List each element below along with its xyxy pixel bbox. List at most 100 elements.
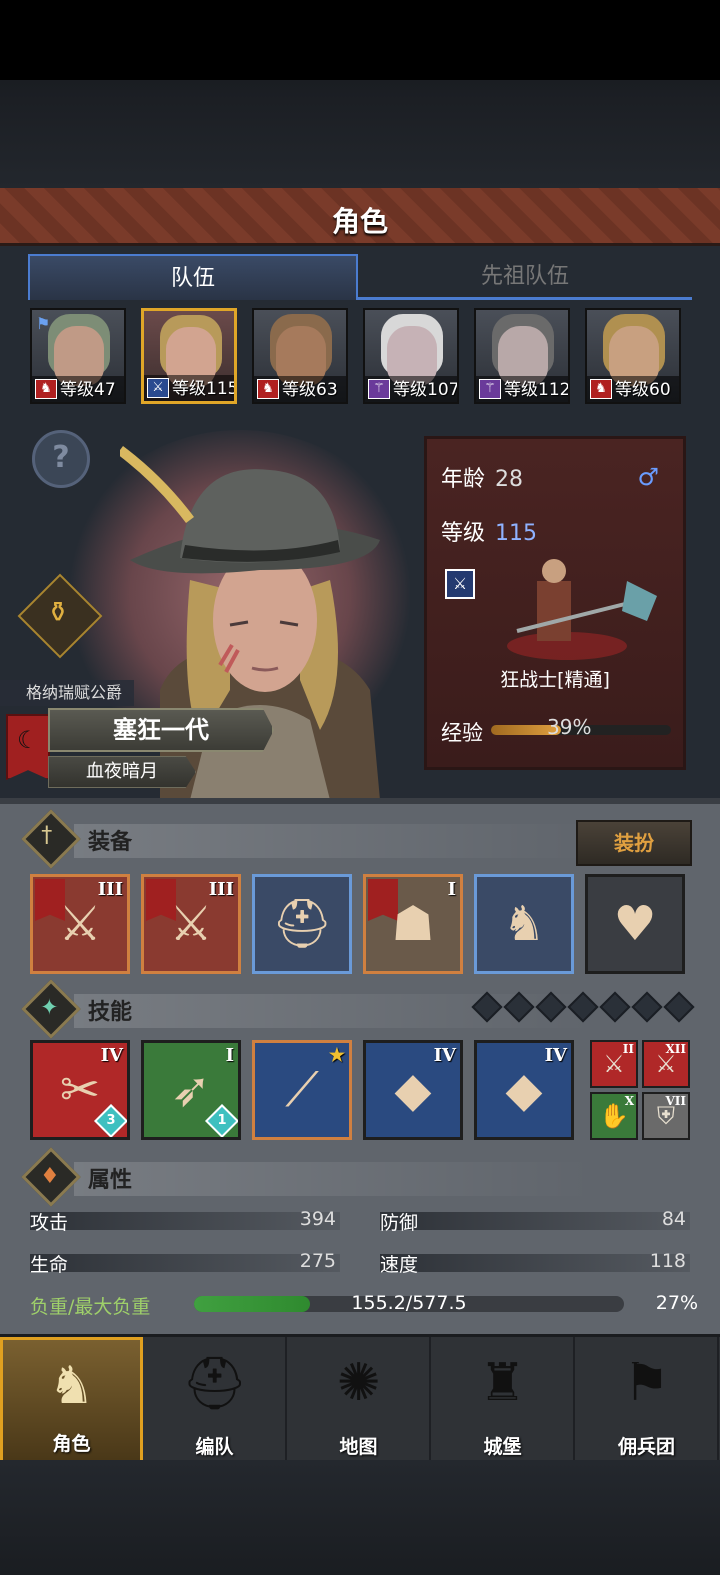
skill-level-value: 3 [106,1113,116,1128]
rank-numeral: VII [665,1094,686,1108]
load-label: 负重/最大负重 [30,1296,151,1318]
boots-icon: ♞ [502,896,546,952]
hero-card[interactable]: ⚑ ♞ 等级47 [30,308,126,404]
xp-label: 经验 [441,721,483,745]
staff-icon: ⚚ [479,379,501,399]
house-label: 格纳瑞赋公爵 [0,680,135,706]
rank-numeral: III [97,879,123,900]
hero-card[interactable]: ⚚ 等级107 [363,308,459,404]
skill-level-value: 1 [217,1113,227,1128]
rank-numeral: III [208,879,234,900]
passive-skill-slot[interactable]: ⚔ II [590,1040,638,1088]
character-epithet: 血夜暗月 [86,761,158,782]
skill-slot[interactable]: ◆ IV [474,1040,574,1140]
hp-label: 生命 [30,1254,69,1276]
hero-level: 等级60 [615,380,671,400]
bottom-nav: ♞ 角色 ⛑ 编队 ✺ 地图 ♜ 城堡 ⚑ 佣兵团 [0,1334,720,1463]
male-icon: ♂ [637,463,659,491]
character-name-plate[interactable]: 塞狂一代 [48,708,274,752]
equipment-slot-boots[interactable]: ♞ [474,874,574,974]
rank-numeral: I [447,879,456,900]
screen-title: 角色 [331,205,388,238]
equipment-slot-weapon-axe[interactable]: ⚔ III [30,874,130,974]
nav-label: 城堡 [483,1436,522,1458]
rank-numeral: XII [665,1042,686,1056]
dress-up-button[interactable]: 装扮 [576,820,692,866]
helmet-icon: ⛑ [271,896,333,952]
load-value: 155.2/577.5 [351,1292,467,1314]
rank-numeral: IV [433,1045,456,1066]
nav-item-2[interactable]: ✺ 地图 [288,1337,431,1463]
nav-item-1[interactable]: ⛑ 编队 [144,1337,287,1463]
attack-label: 攻击 [30,1212,69,1234]
hero-card[interactable]: ⚔ 等级115 [141,308,237,404]
defense-value: 84 [661,1208,686,1230]
attributes-header: ♦ 属性 [21,1147,690,1207]
load-percent: 27% [655,1292,698,1314]
equipment-title: 装备 [88,830,133,855]
nav-label: 编队 [195,1436,234,1458]
equipment-slot-amulet[interactable]: ♥ [585,874,685,974]
xp-percent: 39% [547,715,592,739]
speed-value: 118 [649,1250,686,1272]
passive-skill-slot[interactable]: ✋ X [590,1092,638,1140]
rank-numeral: I [225,1045,234,1066]
hero-card[interactable]: ⚚ 等级112 [474,308,570,404]
speed-label: 速度 [380,1254,419,1276]
tab-party[interactable]: 队伍 [28,254,358,300]
status-bar [0,0,720,80]
knight-icon: ♞ [48,1356,95,1416]
hero-level: 等级47 [60,380,116,400]
nav-item-3[interactable]: ♜ 城堡 [432,1337,575,1463]
passive-skill-slot[interactable]: ⚔ XII [642,1040,690,1088]
rank-numeral: II [622,1042,634,1056]
question-icon: ? [52,440,70,475]
hero-level: 等级115 [172,379,237,399]
nav-item-4[interactable]: ⚑ 佣兵团 [576,1337,719,1463]
nav-item-0[interactable]: ♞ 角色 [0,1337,143,1463]
age-row: 年龄 28 [441,461,523,493]
character-name: 塞狂一代 [113,716,209,744]
rank-numeral: X [624,1094,634,1108]
staff-icon: ⚚ [368,379,390,399]
flame-icon: ♦ [21,1147,81,1207]
attributes-title: 属性 [88,1168,133,1193]
age-value: 28 [495,467,524,492]
helmet-icon: ⛑ [181,1354,248,1414]
star-icon: ✦ [21,979,81,1039]
flag-icon: ⚑ [36,314,51,333]
skill-slot[interactable]: ◆ IV [363,1040,463,1140]
skill-slot[interactable]: ⟋ ★ [252,1040,352,1140]
equipment-slot-armor[interactable]: ☗ I [363,874,463,974]
level-value: 115 [495,521,538,546]
sword-icon: ⚔ [147,378,169,398]
skill-slot[interactable]: ➶ I 1 [141,1040,241,1140]
class-name: 狂战士[精通] [500,669,610,691]
character-epithet-plate: 血夜暗月 [48,756,196,788]
attack-value: 394 [299,1208,336,1230]
game-screen: 角色 队伍 先祖队伍 ⚑ ♞ 等级47 ⚔ 等级115 ♞ 等级63 ⚚ 等级107 ⚚ 等级112… [0,0,720,1575]
hero-card[interactable]: ♞ 等级63 [252,308,348,404]
armor-icon: ☗ [391,896,435,952]
dagger-icon: † [21,809,81,869]
hero-card[interactable]: ♞ 等级60 [585,308,681,404]
star-icon: ★ [328,1045,345,1066]
nav-label: 佣兵团 [617,1436,675,1458]
title-banner: 角色 [0,188,720,246]
compass-icon: ✺ [336,1353,381,1413]
equipment-slot-weapon-axe-2[interactable]: ⚔ III [141,874,241,974]
skill-slot[interactable]: ✂ IV 3 [30,1040,130,1140]
tab-ancestor-party[interactable]: 先祖队伍 [358,254,692,300]
class-sword-icon[interactable]: ⚔ [445,569,475,599]
crescent-banner-icon: ☾ [6,714,50,780]
stats-card: 年龄 28 ♂ 等级 115 ⚔ 狂战士[精通] 经验 39% [424,436,686,770]
age-label: 年龄 [441,467,486,492]
nav-label: 角色 [52,1433,91,1455]
wolf-icon: ♞ [590,379,612,399]
hero-level: 等级112 [504,380,570,400]
hero-level: 等级63 [282,380,338,400]
passive-skill-slot[interactable]: ⛨ VII [642,1092,690,1140]
equipment-slot-helmet[interactable]: ⛑ [252,874,352,974]
wolf-icon: ♞ [257,379,279,399]
help-button[interactable]: ? [32,430,90,488]
